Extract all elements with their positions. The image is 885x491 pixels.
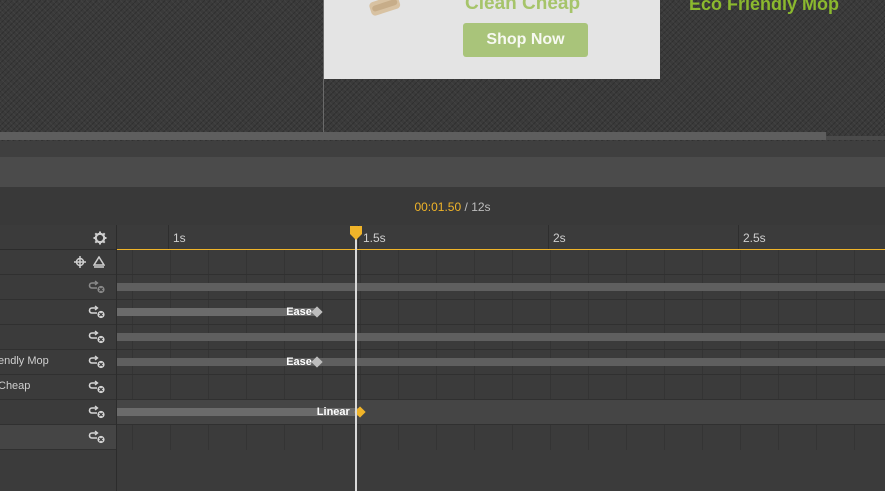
easing-label: Ease (286, 306, 312, 318)
layer-tools-row (0, 250, 116, 275)
triangle-icon[interactable] (93, 256, 105, 268)
loop-delete-icon[interactable] (88, 380, 106, 394)
layer-name: endly Mop (0, 355, 49, 367)
layer-row[interactable] (0, 325, 116, 350)
playhead-line[interactable] (355, 233, 357, 491)
animation-bar[interactable] (117, 333, 885, 341)
layer-row[interactable] (0, 300, 116, 325)
ruler-tick-line (168, 225, 169, 249)
time-ruler[interactable]: 1s 1.5s 2s 2.5s (117, 225, 885, 250)
loop-delete-icon[interactable] (88, 405, 106, 419)
loop-delete-icon[interactable] (88, 280, 106, 294)
time-bar: 00:01.50 / 12s (0, 187, 885, 225)
loop-delete-icon[interactable] (88, 330, 106, 344)
loop-delete-icon[interactable] (88, 355, 106, 369)
horizontal-scrollbar[interactable] (0, 132, 826, 140)
loop-delete-icon[interactable] (88, 305, 106, 319)
ruler-tick-label: 2.5s (743, 231, 766, 245)
layer-row[interactable] (0, 275, 116, 300)
track-row[interactable] (117, 250, 885, 275)
shop-now-button[interactable]: Shop Now (463, 23, 588, 57)
ruler-tick-label: 1.5s (363, 231, 386, 245)
layer-header (0, 225, 116, 250)
banner-layer[interactable]: Clean Cheap Shop Now (324, 0, 660, 79)
canvas-stage[interactable]: Clean Cheap Shop Now Eco Friendly Mop (0, 0, 885, 141)
crosshair-icon[interactable] (74, 256, 86, 268)
time-display: 00:01.50 / 12s (0, 200, 885, 214)
ruler-tick-label: 2s (553, 231, 566, 245)
layer-row[interactable] (0, 425, 116, 450)
track-row[interactable]: Ease (117, 300, 885, 325)
timeline-toolbar (0, 157, 885, 187)
time-separator: / (464, 200, 468, 214)
gear-icon[interactable] (93, 231, 107, 245)
track-row[interactable] (117, 375, 885, 400)
animation-bar[interactable] (117, 358, 885, 366)
scrollbar-track-end (826, 136, 885, 140)
easing-label: Linear (316, 406, 350, 418)
track-row[interactable] (117, 275, 885, 300)
track-row[interactable]: Linear (117, 400, 885, 425)
banner-title: Clean Cheap (465, 0, 581, 14)
layer-row[interactable] (0, 400, 116, 425)
track-row[interactable] (117, 325, 885, 350)
timeline-tracks[interactable]: Ease Ease Linear (117, 250, 885, 491)
playhead-handle[interactable] (350, 226, 362, 240)
current-time: 00:01.50 (414, 200, 462, 214)
easing-label: Ease (286, 356, 312, 368)
layer-panel: endly Mop Cheap (0, 225, 117, 491)
layer-row[interactable]: Cheap (0, 375, 116, 400)
layer-row[interactable]: endly Mop (0, 350, 116, 375)
layer-name: Cheap (0, 380, 31, 392)
track-row[interactable]: Ease (117, 350, 885, 375)
animation-bar[interactable] (117, 283, 885, 291)
headline-text[interactable]: Eco Friendly Mop (689, 0, 839, 15)
mop-product-image (369, 0, 401, 16)
loop-delete-icon[interactable] (88, 430, 106, 444)
ruler-tick-line (548, 225, 549, 249)
ruler-tick-line (738, 225, 739, 249)
panel-divider (0, 141, 885, 157)
total-time: 12s (471, 200, 491, 214)
ruler-tick-label: 1s (173, 231, 186, 245)
